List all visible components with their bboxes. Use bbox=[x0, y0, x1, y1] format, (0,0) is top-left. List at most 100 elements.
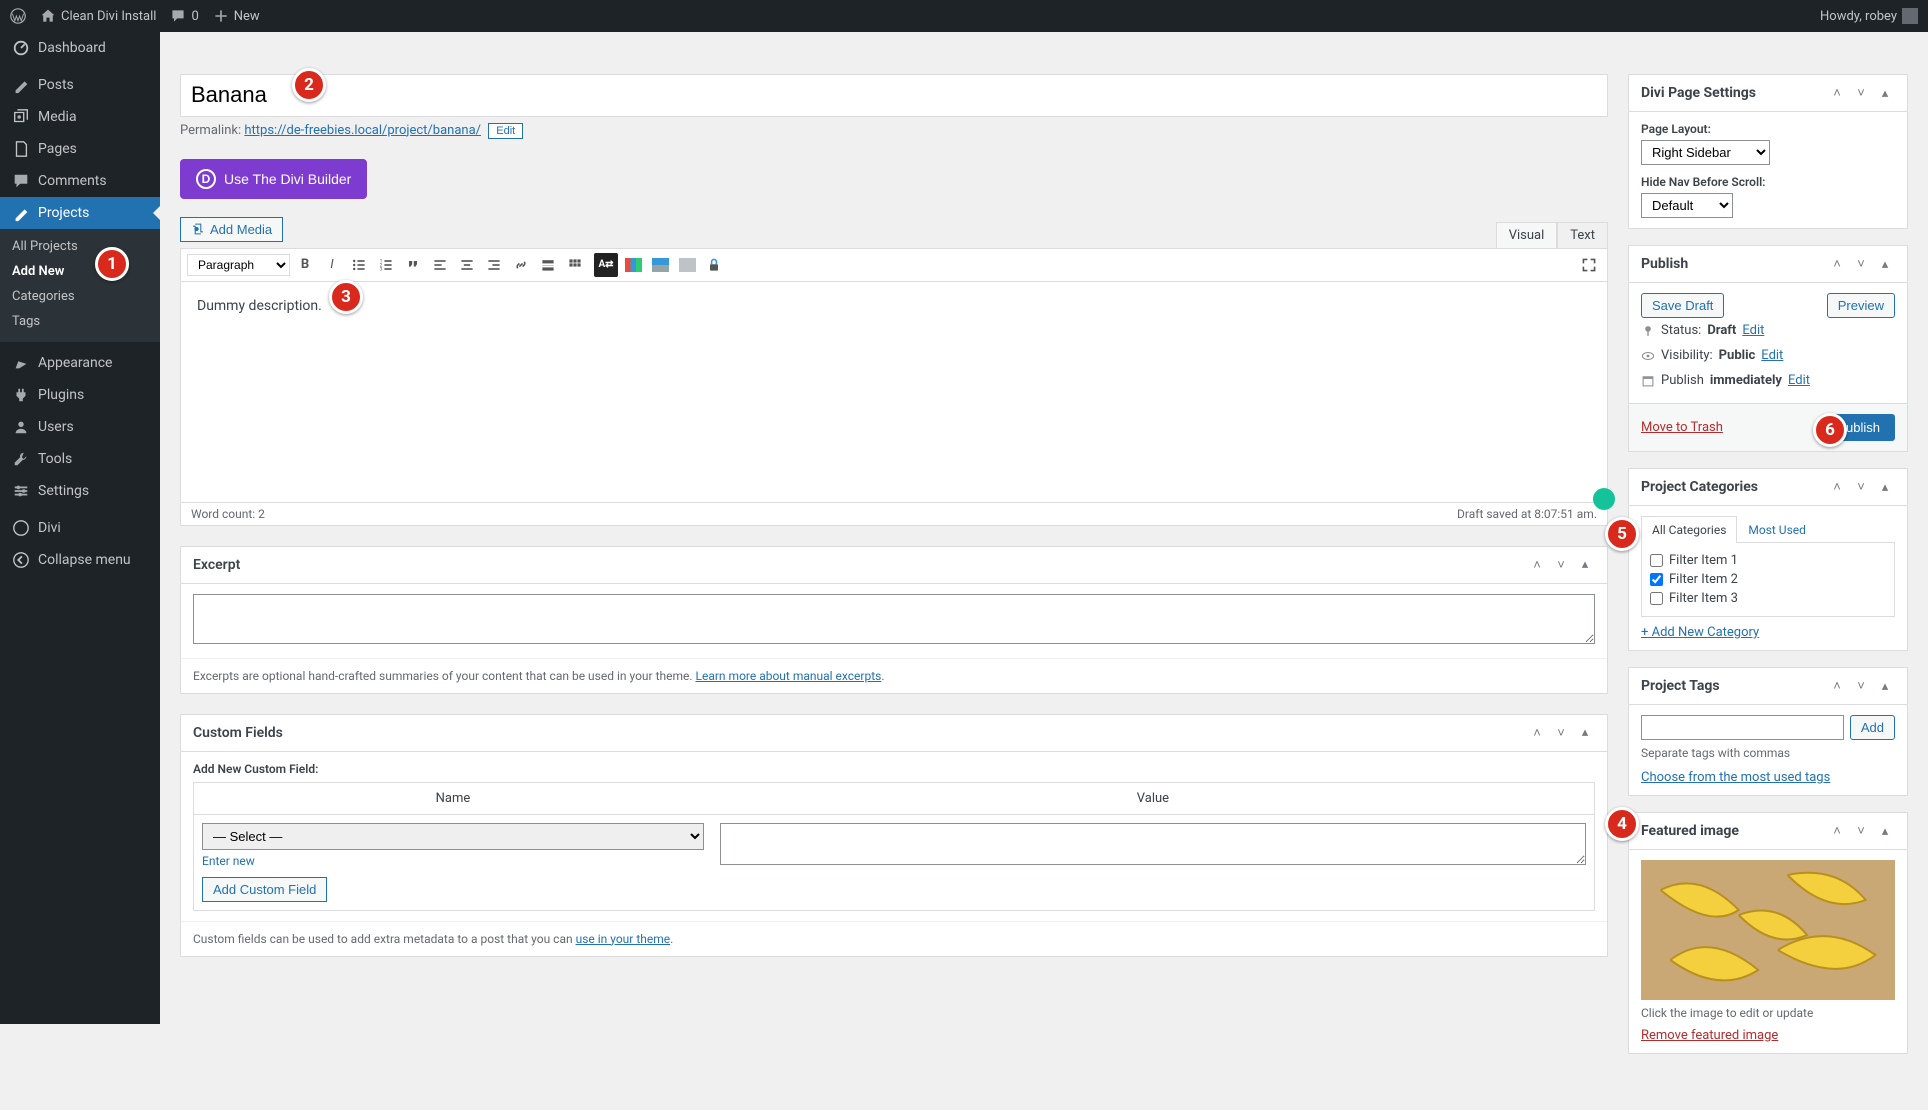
cf-value-textarea[interactable] bbox=[720, 823, 1586, 865]
move-up-icon[interactable]: ˄ bbox=[1827, 477, 1847, 497]
sidebar-sub-tags[interactable]: Tags bbox=[0, 309, 160, 334]
editor-content-area[interactable]: Dummy description. 3 bbox=[181, 282, 1607, 502]
excerpt-textarea[interactable] bbox=[193, 594, 1595, 644]
link-button[interactable] bbox=[509, 253, 533, 277]
featured-image-thumbnail[interactable] bbox=[1641, 860, 1895, 1000]
category-checkbox[interactable] bbox=[1650, 554, 1663, 567]
cf-add-button[interactable]: Add Custom Field bbox=[202, 877, 327, 902]
align-left-button[interactable] bbox=[428, 253, 452, 277]
sidebar-item-media[interactable]: Media bbox=[0, 101, 160, 133]
blockquote-button[interactable] bbox=[401, 253, 425, 277]
sidebar-sub-add-new[interactable]: Add New bbox=[0, 259, 160, 284]
move-down-icon[interactable]: ˅ bbox=[1851, 477, 1871, 497]
tab-most-used[interactable]: Most Used bbox=[1737, 516, 1817, 543]
color-swatch-1[interactable] bbox=[621, 253, 645, 277]
contrast-button[interactable]: A⇄ bbox=[594, 253, 618, 277]
insert-more-button[interactable] bbox=[536, 253, 560, 277]
sidebar-item-pages[interactable]: Pages bbox=[0, 133, 160, 165]
permalink-url[interactable]: https://de-freebies.local/project/banana… bbox=[244, 123, 481, 138]
choose-tags-link[interactable]: Choose from the most used tags bbox=[1641, 770, 1830, 785]
account-link[interactable]: Howdy, robey bbox=[1820, 8, 1918, 24]
add-new-category-link[interactable]: + Add New Category bbox=[1641, 625, 1759, 640]
category-item[interactable]: Filter Item 2 bbox=[1650, 570, 1886, 589]
toggle-icon[interactable]: ▴ bbox=[1875, 254, 1895, 274]
post-title-input[interactable] bbox=[180, 74, 1608, 117]
move-down-icon[interactable]: ˅ bbox=[1551, 555, 1571, 575]
site-name-link[interactable]: Clean Divi Install bbox=[40, 8, 156, 24]
sidebar-sub-all-projects[interactable]: All Projects bbox=[0, 234, 160, 259]
category-checkbox[interactable] bbox=[1650, 592, 1663, 605]
comments-link[interactable]: 0 bbox=[170, 8, 198, 24]
page-layout-select[interactable]: Right Sidebar bbox=[1641, 140, 1770, 165]
toggle-icon[interactable]: ▴ bbox=[1875, 676, 1895, 696]
move-up-icon[interactable]: ˄ bbox=[1527, 555, 1547, 575]
move-down-icon[interactable]: ˅ bbox=[1851, 254, 1871, 274]
lock-button[interactable] bbox=[702, 253, 726, 277]
add-tag-button[interactable]: Add bbox=[1850, 715, 1895, 740]
divi-builder-button[interactable]: D Use The Divi Builder bbox=[180, 159, 367, 199]
tab-visual[interactable]: Visual bbox=[1496, 222, 1558, 248]
move-up-icon[interactable]: ˄ bbox=[1527, 723, 1547, 743]
sidebar-item-tools[interactable]: Tools bbox=[0, 443, 160, 475]
category-list: Filter Item 1 Filter Item 2 Filter Item … bbox=[1641, 543, 1895, 617]
block-format-select[interactable]: Paragraph bbox=[187, 254, 290, 276]
sidebar-sub-categories[interactable]: Categories bbox=[0, 284, 160, 309]
move-up-icon[interactable]: ˄ bbox=[1827, 254, 1847, 274]
edit-status-link[interactable]: Edit bbox=[1742, 323, 1764, 338]
toggle-icon[interactable]: ▴ bbox=[1575, 555, 1595, 575]
move-up-icon[interactable]: ˄ bbox=[1827, 676, 1847, 696]
move-down-icon[interactable]: ˅ bbox=[1551, 723, 1571, 743]
wp-logo[interactable] bbox=[10, 8, 26, 24]
color-swatch-2[interactable] bbox=[648, 253, 672, 277]
fullscreen-button[interactable] bbox=[1577, 253, 1601, 277]
italic-button[interactable]: I bbox=[320, 253, 344, 277]
toolbar-toggle-button[interactable] bbox=[563, 253, 587, 277]
hide-nav-select[interactable]: Default bbox=[1641, 193, 1733, 218]
remove-featured-image-link[interactable]: Remove featured image bbox=[1641, 1028, 1778, 1043]
sidebar-item-dashboard[interactable]: Dashboard bbox=[0, 32, 160, 64]
tab-text[interactable]: Text bbox=[1557, 222, 1608, 248]
sidebar-item-posts[interactable]: Posts bbox=[0, 69, 160, 101]
edit-publish-date-link[interactable]: Edit bbox=[1788, 373, 1810, 388]
toggle-icon[interactable]: ▴ bbox=[1575, 723, 1595, 743]
color-swatch-3[interactable] bbox=[675, 253, 699, 277]
category-item[interactable]: Filter Item 1 bbox=[1650, 551, 1886, 570]
cf-enter-new-link[interactable]: Enter new bbox=[202, 854, 255, 868]
sidebar-item-plugins[interactable]: Plugins bbox=[0, 379, 160, 411]
align-right-button[interactable] bbox=[482, 253, 506, 277]
sidebar-item-divi[interactable]: Divi bbox=[0, 512, 160, 544]
bold-button[interactable]: B bbox=[293, 253, 317, 277]
cf-name-select[interactable]: — Select — bbox=[202, 823, 704, 850]
toggle-icon[interactable]: ▴ bbox=[1875, 83, 1895, 103]
sidebar-item-projects[interactable]: Projects bbox=[0, 197, 160, 229]
move-down-icon[interactable]: ˅ bbox=[1851, 676, 1871, 696]
align-center-button[interactable] bbox=[455, 253, 479, 277]
tags-input[interactable] bbox=[1641, 715, 1844, 740]
new-content-link[interactable]: New bbox=[213, 8, 260, 24]
numbered-list-button[interactable]: 123 bbox=[374, 253, 398, 277]
toggle-icon[interactable]: ▴ bbox=[1875, 821, 1895, 841]
cf-hint-link[interactable]: use in your theme bbox=[576, 932, 671, 946]
sidebar-item-settings[interactable]: Settings bbox=[0, 475, 160, 507]
toggle-icon[interactable]: ▴ bbox=[1875, 477, 1895, 497]
excerpt-learn-more-link[interactable]: Learn more about manual excerpts bbox=[696, 669, 882, 683]
sidebar-item-comments[interactable]: Comments bbox=[0, 165, 160, 197]
sidebar-collapse[interactable]: Collapse menu bbox=[0, 544, 160, 576]
preview-button[interactable]: Preview bbox=[1827, 293, 1895, 318]
category-item[interactable]: Filter Item 3 bbox=[1650, 589, 1886, 608]
tab-all-categories[interactable]: All Categories bbox=[1641, 516, 1737, 543]
edit-slug-button[interactable]: Edit bbox=[488, 123, 523, 139]
move-up-icon[interactable]: ˄ bbox=[1827, 83, 1847, 103]
bullet-list-button[interactable] bbox=[347, 253, 371, 277]
add-media-button[interactable]: Add Media bbox=[180, 217, 283, 242]
edit-visibility-link[interactable]: Edit bbox=[1761, 348, 1783, 363]
category-checkbox[interactable] bbox=[1650, 573, 1663, 586]
sidebar-item-users[interactable]: Users bbox=[0, 411, 160, 443]
move-down-icon[interactable]: ˅ bbox=[1851, 821, 1871, 841]
move-down-icon[interactable]: ˅ bbox=[1851, 83, 1871, 103]
sidebar-item-appearance[interactable]: Appearance bbox=[0, 347, 160, 379]
move-to-trash-link[interactable]: Move to Trash bbox=[1641, 420, 1723, 435]
annotation-1: 1 bbox=[95, 247, 129, 281]
save-draft-button[interactable]: Save Draft bbox=[1641, 293, 1724, 318]
move-up-icon[interactable]: ˄ bbox=[1827, 821, 1847, 841]
